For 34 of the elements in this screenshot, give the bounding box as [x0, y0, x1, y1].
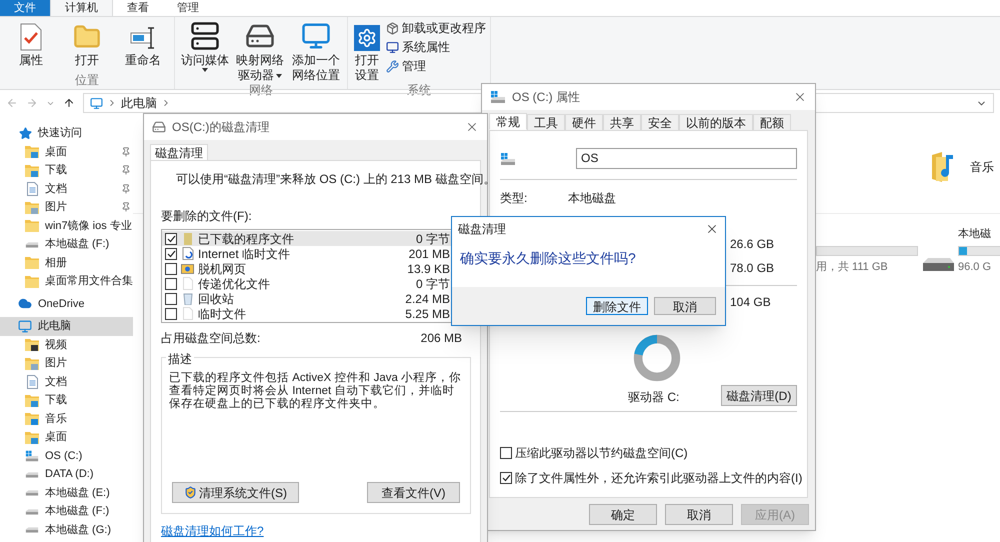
- size-value: 104 GB: [730, 295, 771, 309]
- file-name: 脱机网页: [198, 260, 247, 278]
- file-size: 0 字节: [416, 276, 450, 292]
- group-label: 位置: [74, 73, 100, 89]
- file-name: 已下载的程序文件: [198, 230, 295, 248]
- size-value: 78.0 GB: [730, 260, 774, 277]
- total-value: 206 MB: [420, 330, 462, 347]
- file-name: 回收站: [198, 290, 235, 308]
- field-label: 类型:: [500, 190, 528, 207]
- file-size: 13.9 KB: [407, 260, 450, 278]
- file-size: 201 MB: [408, 246, 450, 262]
- total-label: 占用磁盘空间总数:: [161, 330, 262, 347]
- file-name: Internet 临时文件: [198, 246, 292, 262]
- window-title: OS (C:) 属性: [512, 89, 581, 106]
- free-space: 96.0 G: [958, 260, 992, 274]
- drive-label: 驱动器 C:: [628, 389, 680, 406]
- free-space: 用，共 111 GB: [816, 260, 889, 274]
- folder-name: 音乐: [970, 159, 994, 176]
- file-size: 0 字节: [416, 230, 450, 248]
- drive-name: 本地磁: [958, 227, 992, 242]
- file-size: 5.25 MB: [405, 306, 450, 322]
- confirm-message: 确实要永久删除这些文件吗?: [459, 249, 637, 268]
- cleanup-message: 可以使用“磁盘清理”来释放 OS (C:) 上的 213 MB 磁盘空间。: [176, 171, 496, 188]
- group-title: 描述: [166, 350, 194, 368]
- file-name: 传递优化文件: [198, 276, 271, 292]
- file-size: 2.24 MB: [405, 290, 450, 308]
- checkbox-label: 除了文件属性外，还允许索引此驱动器上文件的内容(I): [515, 470, 802, 487]
- file-name: 临时文件: [198, 306, 247, 322]
- window-title: OS(C:)的磁盘清理: [172, 119, 270, 136]
- files-label: 要删除的文件(F):: [161, 208, 253, 225]
- field-value: 本地磁盘: [568, 190, 616, 207]
- description-text: 已下载的程序文件包括 ActiveX 控件和 Java 小程序，你查看特定网页时将会从 Internet 自动下载它们，并临时保存在硬盘上的已下载的程序文件夹中。: [169, 372, 462, 411]
- size-value: 26.6 GB: [730, 236, 774, 253]
- checkbox-label: 压缩此驱动器以节约磁盘空间(C): [515, 445, 688, 462]
